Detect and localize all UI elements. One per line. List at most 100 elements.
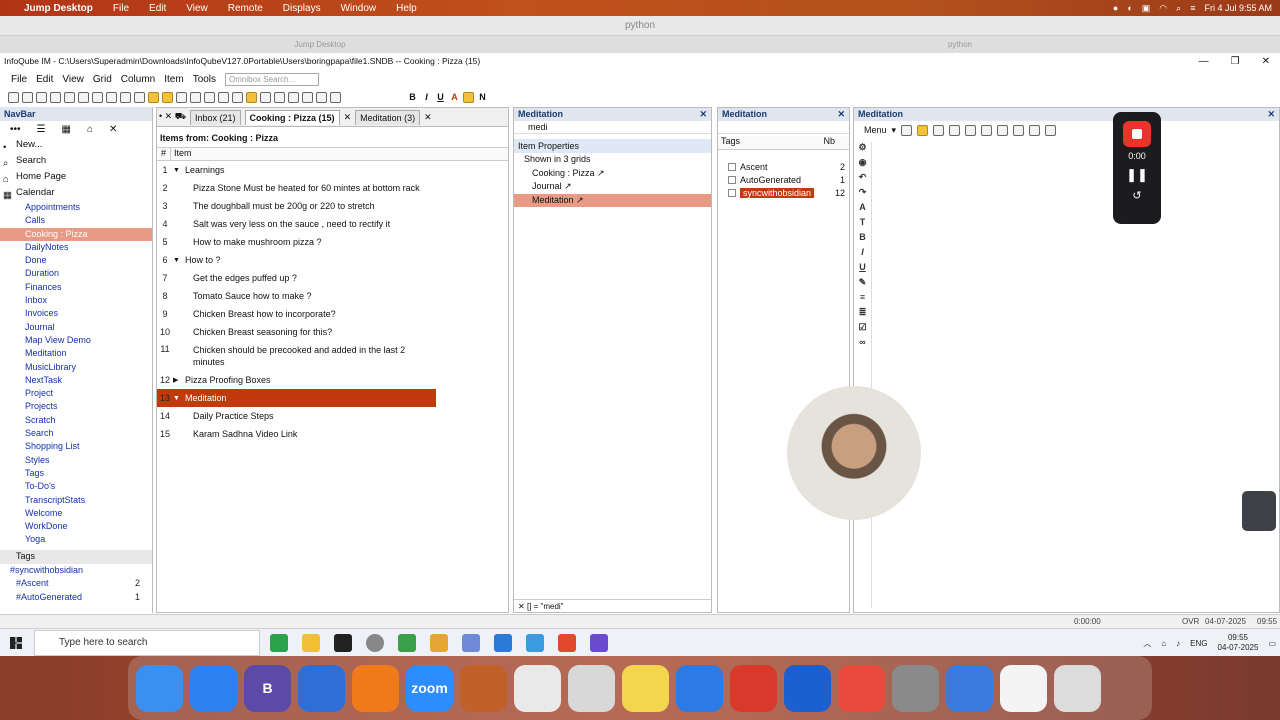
close-icon[interactable]: ✕ [1267,108,1275,121]
nav-grid-item[interactable]: Inbox [0,294,152,307]
table-row[interactable]: 12 ▶ Pizza Proofing Boxes [157,371,508,389]
toolbar-icon[interactable] [64,91,75,103]
restart-icon[interactable]: ↺ [1113,189,1161,202]
taskbar-app-icon[interactable] [590,634,608,652]
nav-tag-item[interactable]: #AutoGenerated 1 [0,591,152,605]
calc-icon[interactable] [1029,124,1041,136]
nav-grid-item[interactable]: Welcome [0,507,152,520]
redo-icon[interactable]: ↷ [854,187,871,202]
highlight-icon[interactable]: ✎ [854,277,871,292]
props-grid-link[interactable]: Meditation ↗ [514,193,711,207]
xcode-tools-dock-icon[interactable] [676,664,723,712]
nav-grid-item[interactable]: Journal [0,321,152,334]
taskbar-app-icon[interactable] [270,634,288,652]
remote-tab-jump[interactable]: Jump Desktop [0,36,640,53]
volume-icon[interactable]: ♪ [1176,639,1180,648]
menu-file[interactable]: File [11,74,27,85]
table-row[interactable]: 10 Chicken Breast seasoning for this? [157,323,508,341]
nav-grid-item[interactable]: NextTask [0,374,152,387]
print-icon[interactable] [949,124,961,136]
nav-grid-item[interactable]: Meditation [0,347,152,360]
nav-tag-item[interactable]: #Ascent 2 [0,577,152,591]
vscode-icon[interactable] [494,634,512,652]
toolbar-icon[interactable] [134,91,145,103]
open-folder-icon[interactable] [917,124,929,136]
nav-home-page[interactable]: ⌂ Home Page [0,169,152,185]
nav-grid-item[interactable]: Appointments [0,201,152,214]
toolbar-icon[interactable] [148,91,159,103]
notification-icon[interactable]: ▭ [1268,639,1276,648]
props-grid-link[interactable]: Cooking : Pizza ↗ [514,167,711,181]
bold-icon[interactable]: B [854,232,871,247]
table-row[interactable]: 5 How to make mushroom pizza ? [157,233,508,251]
nav-grid-item[interactable]: Cooking : Pizza [0,227,152,241]
script-dock-icon[interactable] [568,664,615,712]
table-row[interactable]: 9 Chicken Breast how to incorporate? [157,305,508,323]
table-row[interactable]: 2 Pizza Stone Must be heated for 60 minte… [157,179,508,197]
toolbar-icon[interactable] [8,91,19,103]
nav-grid-item[interactable]: Done [0,254,152,267]
tag-row[interactable]: Ascent 2 [718,160,849,173]
nav-grid-item[interactable]: Yoga [0,533,152,546]
notes-dock-icon[interactable] [622,664,669,712]
nav-grid-item[interactable]: Styles [0,454,152,467]
chevron-down-icon[interactable]: ▼ [173,395,180,402]
link-icon[interactable]: ∞ [854,337,871,352]
taskbar-search-input[interactable]: Type here to search [34,630,260,656]
toolbar-icon[interactable] [302,91,313,103]
underline-icon[interactable]: U [435,92,446,102]
font-color-icon[interactable]: A [449,92,460,102]
keychain-dock-icon[interactable] [460,664,507,712]
tab-inbox[interactable]: Inbox (21) [190,109,241,125]
mac-app-name[interactable]: Jump Desktop [24,3,93,14]
wifi-icon[interactable]: ◠ [1159,3,1167,14]
props-filter-input[interactable]: medi [514,121,711,134]
network-icon[interactable]: ⌂ [1161,639,1166,648]
table-row[interactable]: 13 ▼ Meditation [157,389,436,407]
taskbar-app-icon[interactable] [430,634,448,652]
restore-icon[interactable]: ❐ [1231,54,1240,69]
toolbar-icon[interactable] [92,91,103,103]
nav-grid-item[interactable]: Project [0,387,152,400]
nav-new[interactable]: • New... [0,137,152,153]
toolbar-icon[interactable] [176,91,187,103]
jump-dock-icon[interactable] [838,664,885,712]
tab-meditation[interactable]: Meditation (3) [355,109,421,125]
select-icon[interactable] [997,124,1009,136]
bullet-list-icon[interactable]: ≡ [854,292,871,307]
status-icon[interactable]: ● [1113,3,1118,13]
tab-cooking-pizza[interactable]: Cooking : Pizza (15) [244,109,340,125]
toolbar-icon[interactable] [316,91,327,103]
nav-calendar[interactable]: ▦ Calendar [0,185,152,201]
tag-checkbox[interactable] [728,175,736,184]
books-dock-icon[interactable] [352,664,399,712]
toolbar-icon[interactable] [162,91,173,103]
safari-dock-icon[interactable] [190,664,237,712]
folder-icon[interactable] [302,634,320,652]
nav-grid-item[interactable]: Shopping List [0,440,152,453]
paprika-dock-icon[interactable] [730,664,777,712]
chevron-down-icon[interactable]: ▼ [173,167,180,174]
toolbar-icon[interactable] [260,91,271,103]
toolbar-icon[interactable] [330,91,341,103]
nav-grid-item[interactable]: Search [0,427,152,440]
tray-chevron-icon[interactable]: ︿ [1143,638,1151,649]
number-list-icon[interactable]: ≣ [854,307,871,322]
close-icon[interactable]: ✕ [837,108,845,121]
mac-menu-file[interactable]: File [113,3,129,14]
tags-filter-input[interactable] [718,121,849,134]
1password-2-dock-icon[interactable] [946,664,993,712]
mac-menu-displays[interactable]: Displays [283,3,321,14]
n-icon[interactable]: N [477,92,488,102]
toolbar-icon[interactable] [274,91,285,103]
toolbar-icon[interactable] [120,91,131,103]
table-row[interactable]: 14 Daily Practice Steps [157,407,508,425]
nav-grid-item[interactable]: Scratch [0,414,152,427]
list-icon[interactable]: ☰ [37,124,46,135]
nav-grid-item[interactable]: Calls [0,214,152,227]
taskbar-app-icon[interactable] [366,634,384,652]
italic-icon[interactable]: I [421,92,432,102]
finder-dock-icon[interactable] [136,664,183,712]
undo-icon[interactable]: ↶ [854,172,871,187]
nav-grid-item[interactable]: Tags [0,467,152,480]
